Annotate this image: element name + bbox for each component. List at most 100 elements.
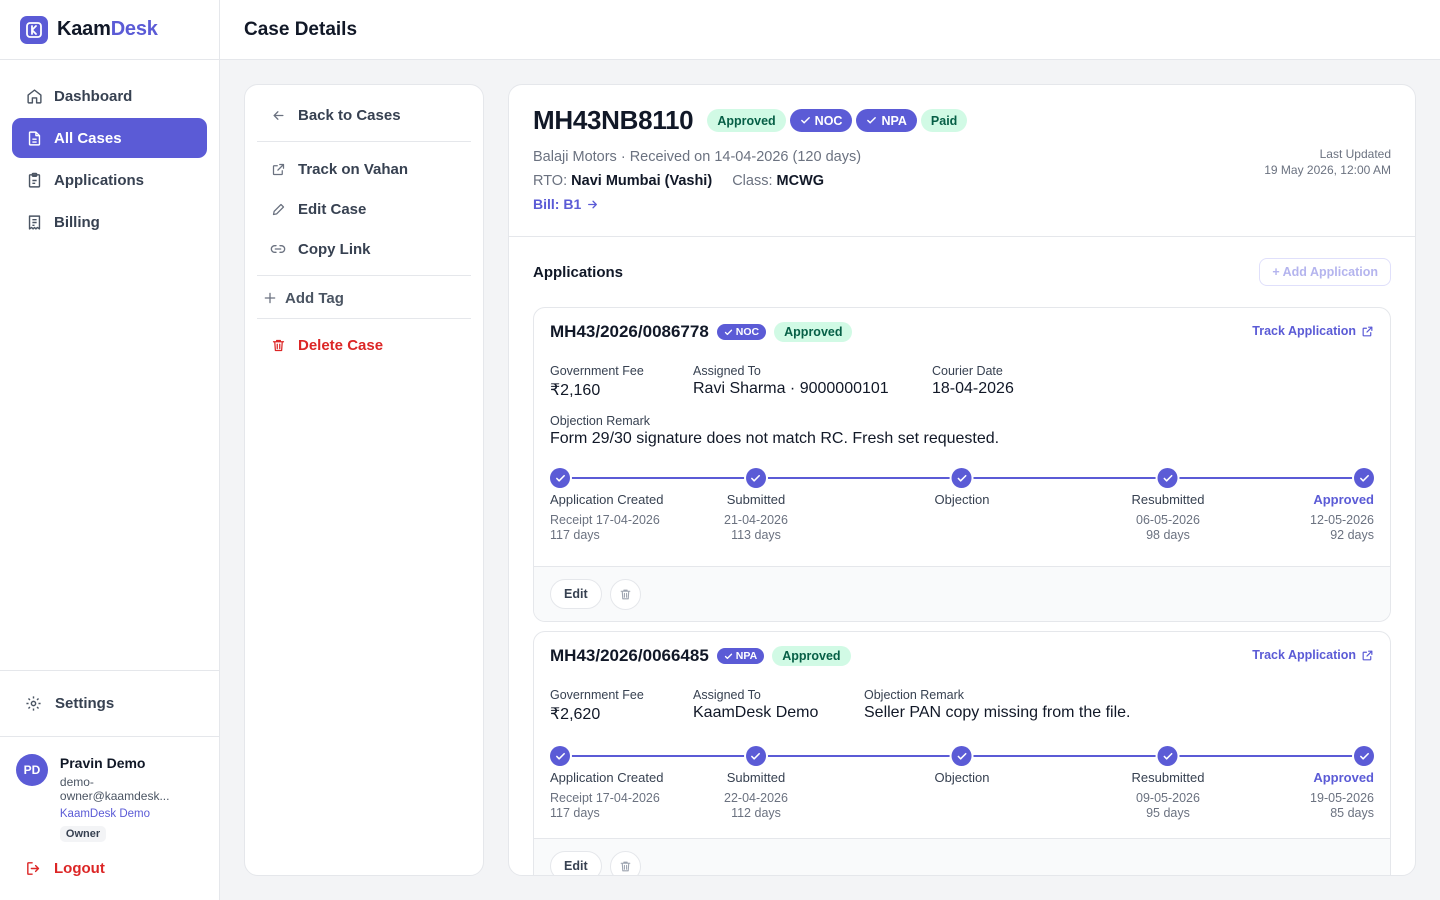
brand-name-part2: Desk — [110, 18, 158, 40]
track-on-vahan-link[interactable]: Track on Vahan — [257, 149, 471, 189]
application-type-badge: NPA — [716, 648, 765, 664]
last-updated-label: Last Updated — [1319, 147, 1391, 161]
noc-badge-label: NOC — [814, 113, 843, 128]
class-label: Class: — [732, 173, 773, 189]
timeline-step-days: 112 days — [731, 806, 781, 820]
back-to-cases-link[interactable]: Back to Cases — [257, 95, 471, 135]
trash-icon — [620, 589, 630, 599]
check-icon — [800, 117, 810, 124]
back-label: Back to Cases — [298, 106, 401, 124]
check-icon — [724, 329, 732, 335]
case-meta: RTO: Navi Mumbai (Vashi) Class: MCWG — [533, 173, 1391, 189]
check-icon — [550, 746, 570, 766]
delete-case-button[interactable]: Delete Case — [257, 325, 471, 365]
application-timeline: Application Created Receipt 17-04-2026 117… — [550, 468, 1374, 566]
logout-button[interactable]: Logout — [0, 836, 219, 900]
avatar: PD — [16, 754, 48, 786]
external-link-icon — [269, 162, 287, 177]
timeline-step-label: Approved — [1313, 492, 1374, 507]
document-icon — [25, 129, 43, 147]
timeline-step-days: 85 days — [1330, 806, 1374, 820]
application-actions: Edit — [534, 838, 1390, 875]
field-value: KaamDesk Demo — [693, 704, 819, 721]
brand[interactable]: KaamDesk — [0, 0, 219, 60]
application-type-label: NOC — [735, 326, 760, 338]
bill-link[interactable]: Bill: B1 — [533, 196, 1391, 212]
timeline-step-date: 09-05-2026 95 days — [1132, 791, 1205, 821]
application-status-badge: Approved — [774, 322, 853, 342]
track-label: Track on Vahan — [298, 160, 409, 178]
timeline-step-label: Resubmitted — [1131, 770, 1205, 785]
field-value: Ravi Sharma · 9000000101 — [693, 380, 889, 397]
receipt-icon — [25, 213, 43, 231]
check-icon — [1157, 746, 1178, 766]
user-email: demo-owner@kaamdesk... — [59, 775, 170, 803]
pencil-icon — [269, 202, 287, 217]
timeline-step-label: Application Created — [550, 492, 664, 507]
timeline-step-days: 117 days — [550, 528, 600, 542]
case-actions-panel: Back to Cases Track on Vahan Edit Case C… — [244, 84, 484, 876]
trash-icon — [269, 338, 287, 353]
timeline-step-date-line: Receipt 17-04-2026 — [550, 513, 660, 527]
timeline-step-label: Objection — [934, 492, 990, 507]
timeline-step: Resubmitted 09-05-2026 95 days — [1131, 746, 1205, 821]
check-icon — [951, 746, 972, 766]
track-application-link[interactable]: Track Application — [1252, 324, 1374, 338]
sidebar-item-dashboard[interactable]: Dashboard — [12, 76, 207, 116]
user-profile[interactable]: PD Pravin Demo demo-owner@kaamdesk... Ka… — [0, 736, 219, 842]
check-icon — [745, 746, 766, 766]
sidebar-item-billing[interactable]: Billing — [12, 202, 207, 242]
arrow-left-icon — [269, 108, 287, 123]
track-application-link[interactable]: Track Application — [1252, 648, 1374, 662]
timeline-step-label: Submitted — [726, 770, 786, 785]
arrow-right-icon — [588, 200, 598, 208]
check-icon — [1157, 468, 1178, 488]
government-fee-field: Government Fee ₹2,620 — [550, 688, 693, 724]
edit-application-button[interactable]: Edit — [550, 851, 602, 875]
timeline-step-date-line: 21-04-2026 — [724, 513, 788, 527]
timeline-step-date-line: 22-04-2026 — [724, 791, 788, 805]
case-number: MH43NB8110 — [533, 105, 694, 135]
noc-badge: NOC — [789, 109, 853, 132]
rto-value: Navi Mumbai (Vashi) — [571, 173, 713, 189]
sidebar-item-settings[interactable]: Settings — [0, 670, 219, 736]
sidebar-nav: Dashboard All Cases Applications Billing — [0, 60, 219, 242]
objection-remark-field: Objection Remark Form 29/30 signature do… — [550, 414, 1374, 448]
status-badge: Approved — [707, 109, 786, 132]
timeline-step: Objection — [934, 468, 990, 513]
applications-section: Applications + Add Application MH43/2026… — [509, 237, 1415, 875]
check-icon — [745, 468, 766, 488]
delete-application-button[interactable] — [609, 850, 641, 875]
field-label: Assigned To — [693, 364, 761, 378]
application-actions: Edit — [534, 566, 1390, 621]
courier-date-field: Courier Date 18-04-2026 — [932, 364, 1014, 400]
check-icon — [1354, 468, 1374, 488]
edit-case-button[interactable]: Edit Case — [257, 189, 471, 229]
case-subtitle: Balaji Motors · Received on 14-04-2026 (… — [533, 149, 862, 165]
sidebar-item-label: Dashboard — [54, 87, 133, 105]
link-icon — [269, 241, 287, 257]
sidebar-item-applications[interactable]: Applications — [12, 160, 207, 200]
check-icon — [550, 468, 570, 488]
page-header: Case Details — [220, 0, 1440, 60]
timeline-step: Submitted 21-04-2026 113 days — [724, 468, 788, 543]
timeline-step-date: 21-04-2026 113 days — [724, 513, 788, 543]
edit-application-button[interactable]: Edit — [550, 579, 602, 609]
timeline-step: Application Created Receipt 17-04-2026 117… — [550, 468, 663, 543]
trash-icon — [620, 861, 630, 871]
npa-badge: NPA — [856, 109, 917, 132]
timeline-step-date-line: 09-05-2026 — [1136, 791, 1200, 805]
copy-link-button[interactable]: Copy Link — [257, 229, 471, 269]
sidebar-item-label: Applications — [54, 171, 145, 189]
delete-application-button[interactable] — [609, 578, 641, 610]
add-application-button[interactable]: + Add Application — [1259, 258, 1391, 286]
timeline-step-days: 117 days — [550, 806, 600, 820]
external-link-icon — [1362, 326, 1373, 336]
sidebar-item-all-cases[interactable]: All Cases — [12, 118, 207, 158]
brand-name-part1: Kaam — [57, 18, 111, 40]
field-value: Seller PAN copy missing from the file. — [864, 704, 1131, 721]
timeline-step-date: 22-04-2026 112 days — [724, 791, 788, 821]
edit-case-label: Edit Case — [298, 200, 367, 218]
check-icon — [1354, 746, 1374, 766]
add-tag-button[interactable]: Add Tag — [257, 278, 471, 318]
